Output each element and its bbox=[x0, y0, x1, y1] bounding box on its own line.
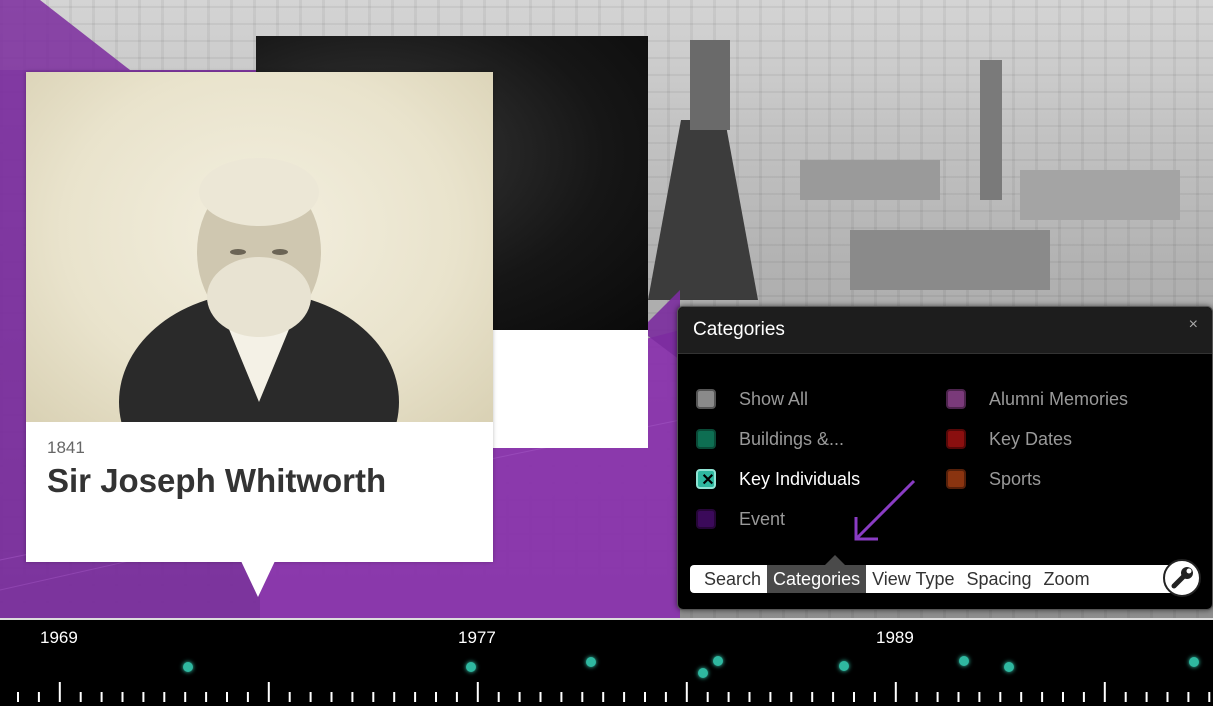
timeline-ruler bbox=[17, 682, 1211, 702]
category-sports[interactable]: Sports bbox=[946, 467, 1041, 491]
category-event[interactable]: Event bbox=[696, 507, 785, 531]
portrait-photo bbox=[26, 72, 493, 512]
timeline-event-marker[interactable] bbox=[1004, 662, 1014, 672]
category-show-all[interactable]: Show All bbox=[696, 387, 808, 411]
checkbox-icon[interactable] bbox=[696, 429, 716, 449]
category-buildings[interactable]: Buildings &... bbox=[696, 427, 844, 451]
panel-header: Categories × bbox=[678, 307, 1212, 354]
panel-title: Categories bbox=[693, 319, 785, 340]
timeline-year-label: 1977 bbox=[458, 628, 496, 647]
timeline-event-marker[interactable] bbox=[1189, 657, 1199, 667]
checkbox-icon[interactable] bbox=[696, 389, 716, 409]
wrench-glyph bbox=[1171, 567, 1193, 589]
timeline-event-marker[interactable] bbox=[466, 662, 476, 672]
checked-checkbox-icon[interactable]: ✕ bbox=[696, 469, 716, 489]
wrench-icon[interactable] bbox=[1163, 559, 1201, 597]
timeline-year-label: 1989 bbox=[876, 628, 914, 647]
tab-view-type[interactable]: View Type bbox=[866, 565, 960, 593]
categories-panel: Categories × Show All Buildings &... ✕ K… bbox=[677, 306, 1213, 610]
checkbox-icon[interactable] bbox=[696, 509, 716, 529]
category-label: Sports bbox=[989, 468, 1042, 489]
timeline-year-label: 1969 bbox=[40, 628, 78, 647]
event-card-selected[interactable]: 1841 Sir Joseph Whitworth bbox=[26, 72, 493, 562]
checkbox-icon[interactable] bbox=[946, 469, 966, 489]
category-label: Show All bbox=[739, 388, 809, 409]
card-pointer bbox=[241, 561, 275, 597]
category-label: Event bbox=[739, 508, 786, 529]
category-label: Key Individuals bbox=[739, 468, 861, 489]
checkbox-icon[interactable] bbox=[946, 389, 966, 409]
category-label: Buildings &... bbox=[739, 428, 845, 449]
timeline-event-marker[interactable] bbox=[586, 657, 596, 667]
tab-search[interactable]: Search bbox=[690, 565, 767, 593]
timeline-app: 1841 Sir Joseph Whitworth Categories × S… bbox=[0, 0, 1213, 706]
panel-tabs: Search Categories View Type Spacing Zoom bbox=[690, 565, 1176, 593]
tab-spacing[interactable]: Spacing bbox=[960, 565, 1037, 593]
close-icon[interactable]: × bbox=[1189, 316, 1198, 334]
category-label: Alumni Memories bbox=[989, 388, 1129, 409]
timeline-bar[interactable]: 1969 1977 1989 bbox=[0, 618, 1213, 706]
timeline-event-marker[interactable] bbox=[698, 668, 708, 678]
category-label: Key Dates bbox=[989, 428, 1073, 449]
timeline-event-marker[interactable] bbox=[183, 662, 193, 672]
timeline-event-marker[interactable] bbox=[839, 661, 849, 671]
category-key-dates[interactable]: Key Dates bbox=[946, 427, 1072, 451]
card-year: 1841 bbox=[47, 438, 85, 457]
category-alumni-memories[interactable]: Alumni Memories bbox=[946, 387, 1128, 411]
checkmark-icon: ✕ bbox=[701, 472, 715, 489]
card-title[interactable]: Sir Joseph Whitworth bbox=[47, 462, 386, 500]
category-key-individuals[interactable]: ✕ Key Individuals bbox=[696, 467, 860, 491]
timeline-event-marker[interactable] bbox=[713, 656, 723, 666]
timeline-event-marker[interactable] bbox=[959, 656, 969, 666]
tab-zoom[interactable]: Zoom bbox=[1038, 565, 1096, 593]
tab-categories[interactable]: Categories bbox=[767, 565, 867, 593]
active-tab-pointer bbox=[825, 555, 845, 565]
portrait-engraving bbox=[119, 158, 399, 512]
arrow-annotation-icon bbox=[854, 479, 916, 541]
checkbox-icon[interactable] bbox=[946, 429, 966, 449]
